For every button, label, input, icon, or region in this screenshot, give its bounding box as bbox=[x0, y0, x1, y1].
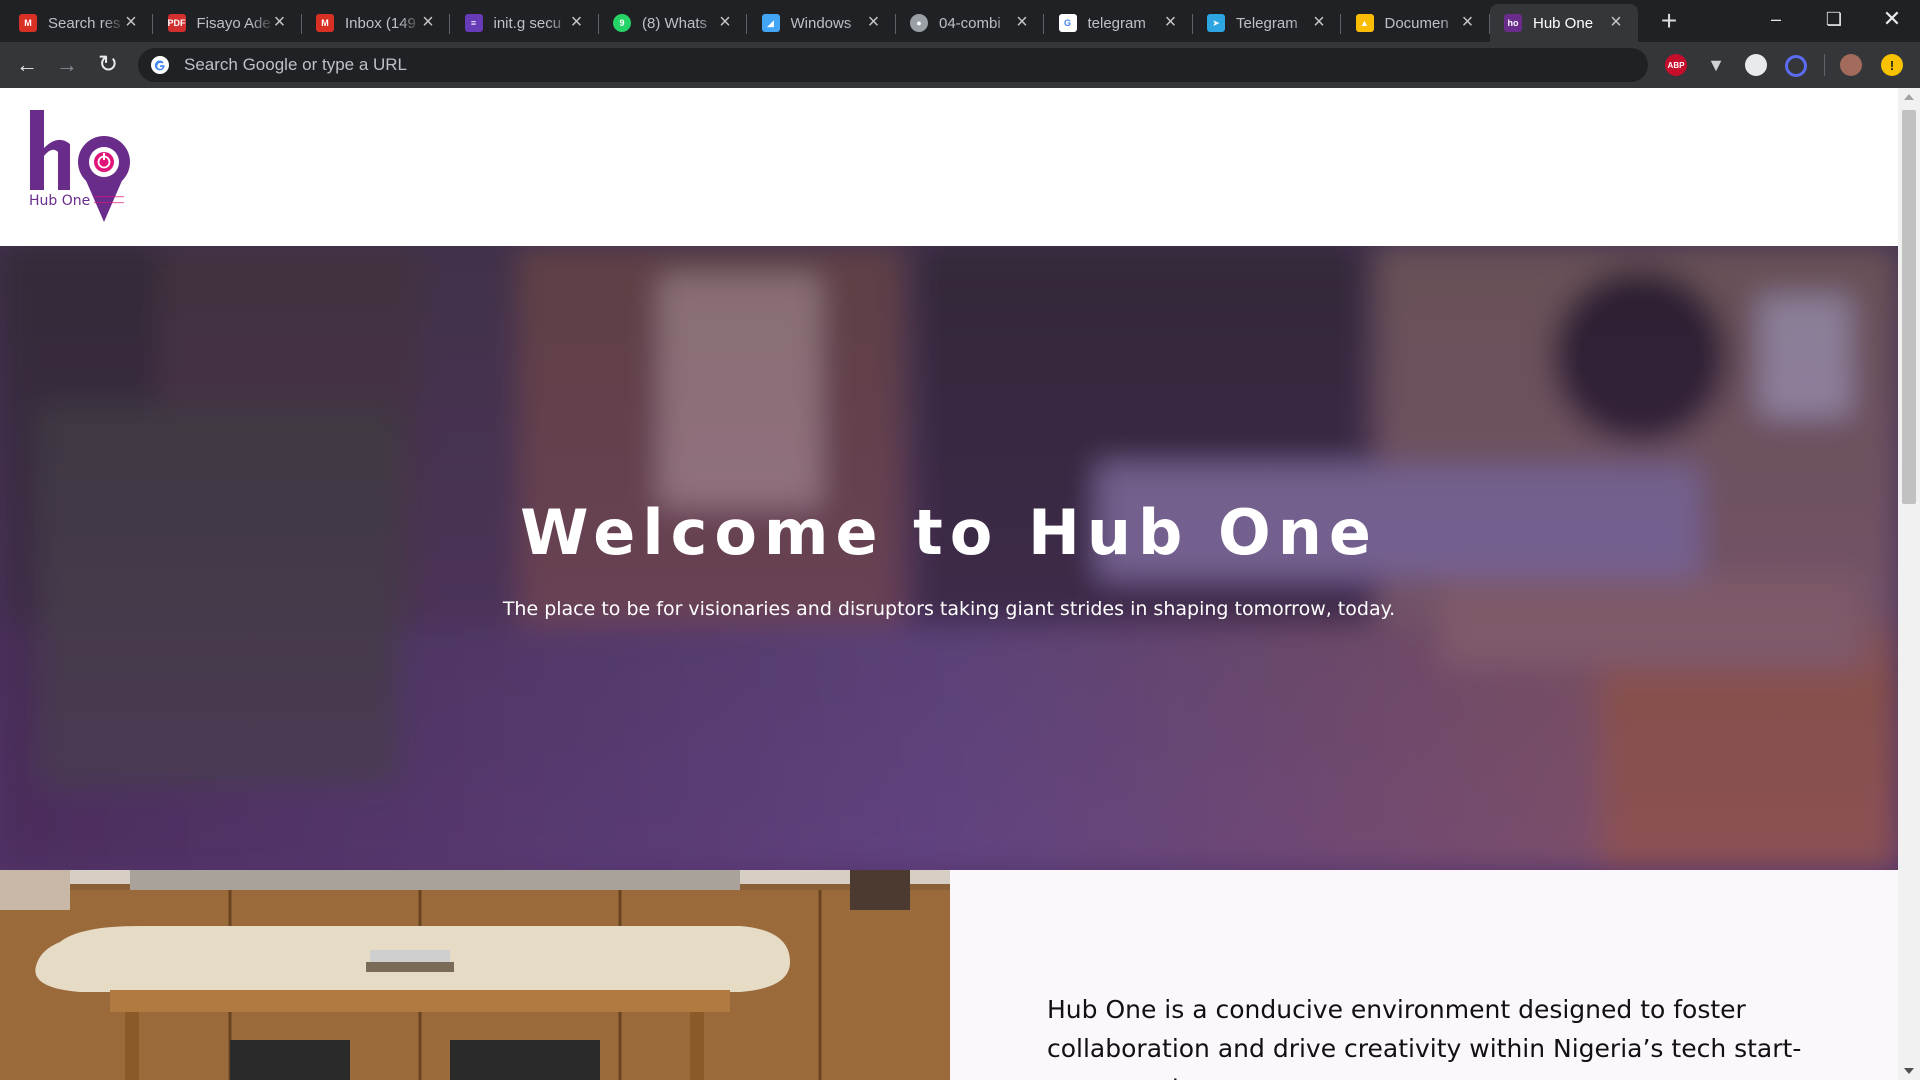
close-tab-icon[interactable]: × bbox=[1458, 12, 1478, 32]
close-window-button[interactable]: ✕ bbox=[1864, 0, 1920, 38]
gmail-icon: M bbox=[19, 14, 37, 32]
update-alert-icon[interactable]: ! bbox=[1881, 54, 1903, 76]
tab-title: Fisayo Ade bbox=[196, 14, 271, 32]
tab-title: 04-combi bbox=[939, 14, 1001, 32]
tab-title: Documen bbox=[1384, 14, 1449, 32]
tab-title: Hub One bbox=[1533, 14, 1594, 32]
close-tab-icon[interactable]: × bbox=[1012, 12, 1032, 32]
hero-title: Welcome to Hub One bbox=[520, 496, 1378, 569]
about-description: Hub One is a conducive environment desig… bbox=[1047, 995, 1802, 1080]
google-icon: G bbox=[1058, 14, 1077, 32]
browser-toolbar: ← → ↻ ABP ▼! bbox=[0, 42, 1920, 88]
extension-blue-ring-icon[interactable] bbox=[1785, 55, 1807, 77]
browser-tab[interactable]: ▲ Documen × bbox=[1342, 4, 1490, 42]
close-tab-icon[interactable]: × bbox=[1606, 12, 1626, 32]
gmail-icon: M bbox=[316, 14, 334, 32]
close-tab-icon[interactable]: × bbox=[418, 12, 438, 32]
browser-tab[interactable]: 9 (8) Whats × bbox=[599, 4, 747, 42]
scroll-down-arrow-icon[interactable] bbox=[1904, 1068, 1914, 1074]
globe-icon: ● bbox=[910, 14, 928, 32]
forms-icon: ≡ bbox=[464, 14, 483, 32]
minimize-button[interactable]: – bbox=[1748, 0, 1804, 38]
close-tab-icon[interactable]: × bbox=[1309, 12, 1329, 32]
browser-tab[interactable]: ≡ init.g secu × bbox=[451, 4, 599, 42]
address-bar[interactable] bbox=[138, 48, 1648, 82]
browser-tab[interactable]: ➤ Telegram × bbox=[1193, 4, 1341, 42]
tab-title: telegram bbox=[1087, 14, 1146, 32]
browser-tab[interactable]: M Inbox (149 × bbox=[302, 4, 450, 42]
close-tab-icon[interactable]: × bbox=[121, 12, 141, 32]
browser-tab[interactable]: ◢ Windows × bbox=[748, 4, 896, 42]
page-scrollbar[interactable] bbox=[1898, 88, 1920, 1080]
about-section: Hub One is a conducive environment desig… bbox=[950, 870, 1898, 1080]
toolbar-separator bbox=[1824, 54, 1825, 76]
hero-subtitle: The place to be for visionaries and disr… bbox=[502, 598, 1396, 620]
tab-title: Inbox (149 bbox=[345, 14, 416, 32]
page-viewport: Hub One Welcome to Hub One The place to … bbox=[0, 88, 1920, 1080]
tab-title: Search res bbox=[48, 14, 121, 32]
scroll-up-arrow-icon[interactable] bbox=[1904, 94, 1914, 100]
tab-title: Windows bbox=[790, 14, 852, 32]
hero-banner: Welcome to Hub One The place to be for v… bbox=[0, 246, 1898, 870]
site-header: Hub One bbox=[0, 88, 1898, 246]
desk-photo bbox=[0, 870, 950, 1080]
google-icon bbox=[151, 56, 169, 74]
omnibox-input[interactable] bbox=[182, 54, 1586, 76]
profile-avatar-icon[interactable] bbox=[1840, 54, 1862, 76]
telegram-icon: ➤ bbox=[1207, 14, 1225, 32]
adblock-plus-icon[interactable]: ABP bbox=[1665, 54, 1687, 76]
logo-text: Hub One bbox=[29, 193, 91, 209]
vivaldi-v-icon[interactable]: ▼ bbox=[1705, 54, 1727, 76]
tab-title: init.g secu bbox=[493, 14, 562, 32]
close-tab-icon[interactable]: × bbox=[567, 12, 587, 32]
whatsapp-icon: 9 bbox=[613, 14, 631, 32]
close-tab-icon[interactable]: × bbox=[715, 12, 735, 32]
new-tab-button[interactable]: + bbox=[1655, 7, 1683, 35]
extension-white-icon[interactable] bbox=[1745, 54, 1767, 76]
browser-tab[interactable]: M Search res × bbox=[5, 4, 153, 42]
back-button[interactable]: ← bbox=[13, 51, 41, 79]
flutter-icon: ◢ bbox=[761, 14, 780, 32]
tab-title: (8) Whats bbox=[642, 14, 708, 32]
reload-button[interactable]: ↻ bbox=[94, 51, 122, 79]
close-tab-icon[interactable]: × bbox=[270, 12, 290, 32]
browser-tab[interactable]: PDF Fisayo Ade × bbox=[154, 4, 302, 42]
close-tab-icon[interactable]: × bbox=[1161, 12, 1181, 32]
scrollbar-thumb[interactable] bbox=[1902, 110, 1916, 504]
browser-tab[interactable]: ho Hub One × bbox=[1490, 4, 1638, 42]
browser-tab[interactable]: Gtelegram × bbox=[1045, 4, 1193, 42]
drive-icon: ▲ bbox=[1355, 14, 1374, 32]
hubone-icon: ho bbox=[1504, 14, 1522, 32]
about-photo bbox=[0, 870, 950, 1080]
tab-title: Telegram bbox=[1236, 14, 1298, 32]
forward-button[interactable]: → bbox=[53, 51, 81, 79]
close-tab-icon[interactable]: × bbox=[864, 12, 884, 32]
browser-tab[interactable]: ● 04-combi × bbox=[896, 4, 1044, 42]
pdf-icon: PDF bbox=[167, 14, 186, 32]
tab-strip: M Search res × PDF Fisayo Ade × M Inbox (149 × ≡ i… bbox=[0, 0, 1920, 42]
hub-one-logo[interactable]: Hub One bbox=[28, 110, 138, 222]
restore-button[interactable]: ❏ bbox=[1806, 0, 1862, 38]
